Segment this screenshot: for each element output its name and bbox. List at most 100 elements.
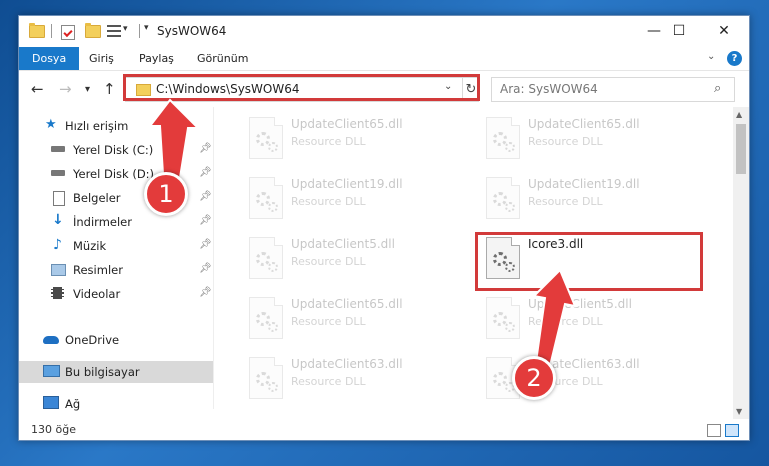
- drive-icon: [51, 146, 65, 152]
- pin-icon[interactable]: 📌︎: [199, 263, 212, 274]
- scrollbar-thumb[interactable]: [736, 124, 746, 174]
- divider: [139, 24, 140, 38]
- download-icon: ↓: [52, 212, 64, 228]
- scroll-up-icon[interactable]: ▲: [736, 110, 742, 119]
- file-name: UpdateClient65.dll: [291, 297, 403, 311]
- star-icon: ★: [45, 117, 57, 132]
- documents-icon: [53, 191, 65, 206]
- file-name: UpdateClient5.dll: [528, 297, 632, 311]
- nav-item-downloads[interactable]: ↓ İndirmeler 📌︎: [19, 211, 213, 233]
- nav-item-label: Belgeler: [73, 191, 121, 205]
- address-bar-highlight: [123, 74, 480, 101]
- file-highlight: [475, 232, 703, 291]
- file-item[interactable]: UpdateClient19.dll Resource DLL: [243, 172, 468, 226]
- nav-item-label: İndirmeler: [73, 215, 132, 229]
- up-arrow-icon[interactable]: ↑: [103, 80, 116, 98]
- folder-icon: [29, 23, 45, 38]
- tab-file[interactable]: Dosya: [19, 47, 80, 70]
- properties-check-icon[interactable]: [61, 25, 75, 40]
- nav-item-videos[interactable]: Videolar 📌︎: [19, 283, 213, 305]
- file-type: Resource DLL: [291, 315, 366, 328]
- quick-access-dropdown-icon[interactable]: ▾: [144, 23, 149, 33]
- maximize-button[interactable]: ☐: [656, 16, 702, 46]
- file-item[interactable]: UpdateClient19.dll Resource DLL: [480, 172, 705, 226]
- file-type: Resource DLL: [528, 315, 603, 328]
- nav-item-label: Yerel Disk (C:): [73, 143, 154, 157]
- dll-file-icon: [249, 297, 283, 339]
- step-2-badge: 2: [512, 356, 556, 400]
- status-bar: 130 öğe: [19, 419, 749, 440]
- tab-share[interactable]: Paylaş: [129, 47, 184, 70]
- file-type: Resource DLL: [528, 135, 603, 148]
- file-item[interactable]: UpdateClient65.dll Resource DLL: [243, 292, 468, 346]
- computer-icon: [43, 365, 60, 377]
- details-view-icon[interactable]: [707, 424, 721, 437]
- file-name: UpdateClient65.dll: [291, 117, 403, 131]
- nav-item-label: Resimler: [73, 263, 123, 277]
- dll-file-icon: [249, 177, 283, 219]
- dll-file-icon: [486, 177, 520, 219]
- pin-icon[interactable]: 📌︎: [199, 215, 212, 226]
- pin-icon[interactable]: 📌︎: [199, 287, 212, 298]
- help-icon[interactable]: ?: [727, 51, 742, 66]
- file-name: UpdateClient5.dll: [291, 237, 395, 251]
- file-name: UpdateClient19.dll: [291, 177, 403, 191]
- nav-item-onedrive[interactable]: OneDrive: [19, 329, 213, 351]
- search-box[interactable]: Ara: SysWOW64 ⌕: [491, 77, 735, 102]
- dll-file-icon: [249, 237, 283, 279]
- file-type: Resource DLL: [528, 195, 603, 208]
- drive-icon: [51, 170, 65, 176]
- customize-toolbar-icon[interactable]: [107, 25, 121, 37]
- search-input[interactable]: Ara: SysWOW64: [500, 82, 598, 96]
- network-icon: [43, 396, 59, 409]
- pin-icon[interactable]: 📌︎: [199, 191, 212, 202]
- file-type: Resource DLL: [291, 195, 366, 208]
- file-name: UpdateClient65.dll: [528, 117, 640, 131]
- scroll-down-icon[interactable]: ▼: [736, 407, 742, 416]
- nav-item-drive-c[interactable]: Yerel Disk (C:) 📌︎: [19, 139, 213, 161]
- tab-view[interactable]: Görünüm: [187, 47, 258, 70]
- tiles-view-icon[interactable]: [725, 424, 739, 437]
- file-item[interactable]: UpdateClient65.dll Resource DLL: [480, 112, 705, 166]
- nav-item-label: Hızlı erişim: [65, 119, 129, 133]
- nav-item-label: OneDrive: [65, 333, 120, 347]
- close-button[interactable]: ✕: [701, 16, 747, 46]
- chevron-down-icon[interactable]: ▾: [123, 24, 128, 34]
- navigation-pane: ★ Hızlı erişim Yerel Disk (C:) 📌︎ Yerel …: [19, 107, 214, 411]
- item-count: 130 öğe: [31, 423, 76, 436]
- nav-item-quick-access[interactable]: ★ Hızlı erişim: [19, 115, 213, 137]
- nav-item-network[interactable]: Ağ: [19, 393, 213, 415]
- videos-icon: [51, 287, 64, 299]
- back-arrow-icon[interactable]: ←: [31, 80, 44, 98]
- step-1-badge: 1: [144, 172, 188, 216]
- pin-icon[interactable]: 📌︎: [199, 143, 212, 154]
- file-name: UpdateClient19.dll: [528, 177, 640, 191]
- nav-item-label: Videolar: [73, 287, 121, 301]
- pictures-icon: [51, 264, 66, 276]
- window-title: SysWOW64: [157, 24, 227, 38]
- file-type: Resource DLL: [291, 255, 366, 268]
- search-icon[interactable]: ⌕: [714, 81, 721, 96]
- pin-icon[interactable]: 📌︎: [199, 239, 212, 250]
- expand-ribbon-icon[interactable]: ⌄: [707, 51, 715, 62]
- recent-locations-icon[interactable]: ▾: [85, 84, 90, 95]
- file-type: Resource DLL: [291, 135, 366, 148]
- file-item[interactable]: UpdateClient5.dll Resource DLL: [480, 292, 705, 346]
- file-item[interactable]: UpdateClient63.dll Resource DLL: [243, 352, 468, 406]
- vertical-scrollbar[interactable]: ▲ ▼: [733, 107, 749, 419]
- tab-home[interactable]: Giriş: [79, 47, 124, 70]
- nav-item-label: Yerel Disk (D:): [73, 167, 155, 181]
- file-item[interactable]: UpdateClient65.dll Resource DLL: [243, 112, 468, 166]
- dll-file-icon: [486, 117, 520, 159]
- dll-file-icon: [249, 117, 283, 159]
- file-name: UpdateClient63.dll: [291, 357, 403, 371]
- file-type: Resource DLL: [291, 375, 366, 388]
- nav-item-music[interactable]: ♪ Müzik 📌︎: [19, 235, 213, 257]
- nav-item-pictures[interactable]: Resimler 📌︎: [19, 259, 213, 281]
- pin-icon[interactable]: 📌︎: [199, 167, 212, 178]
- forward-arrow-icon[interactable]: →: [59, 80, 72, 98]
- file-item[interactable]: UpdateClient5.dll Resource DLL: [243, 232, 468, 286]
- nav-item-this-pc[interactable]: Bu bilgisayar: [19, 361, 213, 383]
- new-folder-icon[interactable]: [85, 23, 101, 38]
- divider: [51, 24, 52, 38]
